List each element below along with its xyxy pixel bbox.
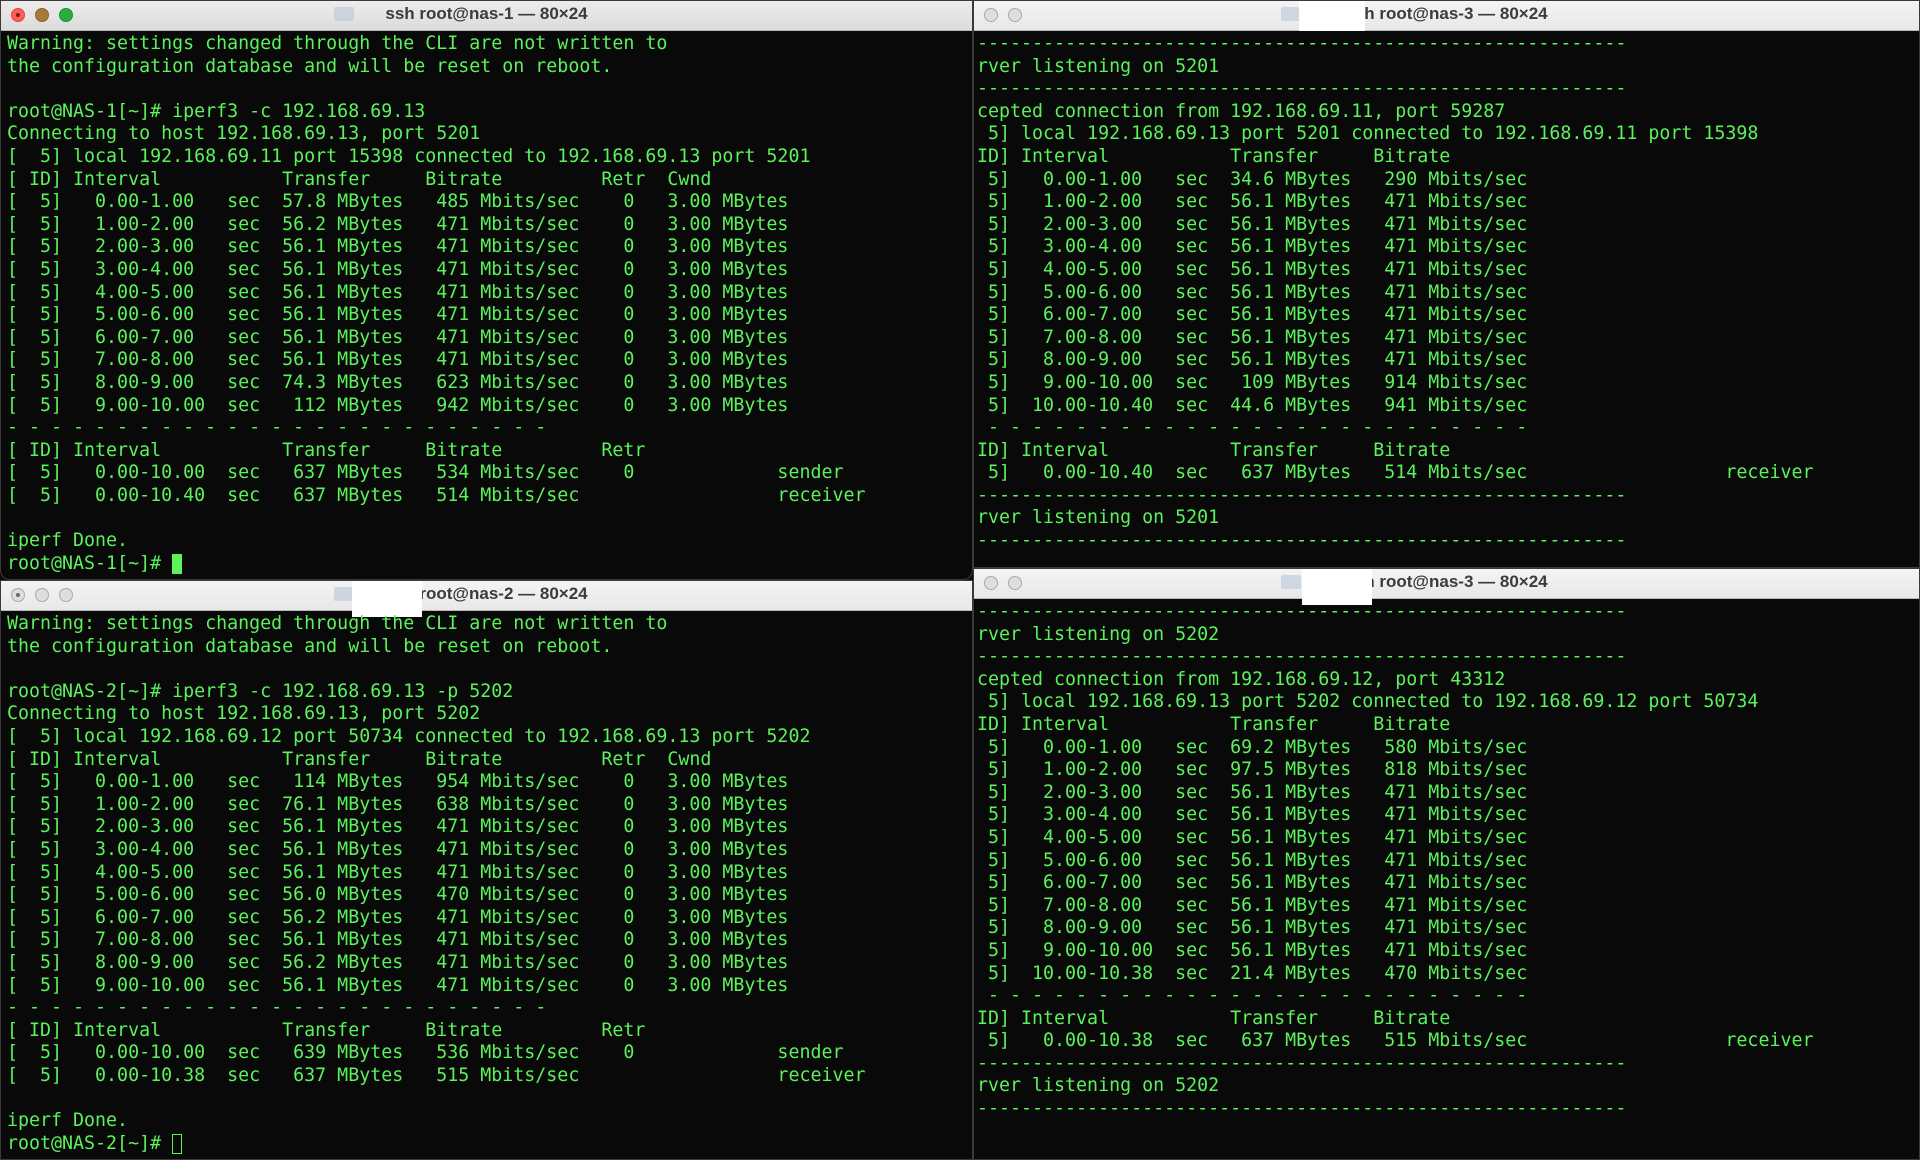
terminal-cursor xyxy=(172,1133,183,1154)
window-titlebar[interactable]: ssh root@nas-3 — 80×24 xyxy=(974,569,1919,605)
terminal-output[interactable]: Warning: settings changed through the CL… xyxy=(1,31,972,579)
terminal-output[interactable]: ----------------------------------------… xyxy=(974,31,1919,567)
terminal-output[interactable]: Warning: settings changed through the CL… xyxy=(1,611,972,1159)
terminal-cursor xyxy=(172,553,183,574)
window-title: ssh root@nas-2 — 80×24 xyxy=(385,584,588,603)
terminal-text: Warning: settings changed through the CL… xyxy=(7,613,866,1154)
terminal-output[interactable]: ----------------------------------------… xyxy=(974,599,1919,1159)
window-titlebar[interactable]: ssh root@nas-3 — 80×24 xyxy=(974,1,1919,31)
terminal-window-nas-1[interactable]: ssh root@nas-1 — 80×24 Warning: settings… xyxy=(0,0,973,580)
redaction xyxy=(354,1,428,31)
window-title: ssh root@nas-1 — 80×24 xyxy=(385,4,588,23)
window-titlebar[interactable]: ssh root@nas-1 — 80×24 xyxy=(1,1,972,31)
terminal-window-nas-3-5202[interactable]: ssh root@nas-3 — 80×24 -----------------… xyxy=(973,568,1920,1160)
window-title: ssh root@nas-3 — 80×24 xyxy=(1345,572,1548,591)
window-titlebar[interactable]: ssh root@nas-2 — 80×24 xyxy=(1,581,972,617)
window-title: ssh root@nas-3 — 80×24 xyxy=(1345,4,1548,23)
terminal-window-nas-2[interactable]: ssh root@nas-2 — 80×24 Warning: settings… xyxy=(0,580,973,1160)
terminal-text: Warning: settings changed through the CL… xyxy=(7,33,866,574)
terminal-window-nas-3-5201[interactable]: ssh root@nas-3 — 80×24 -----------------… xyxy=(973,0,1920,568)
terminal-text: ----------------------------------------… xyxy=(977,601,1814,1120)
redaction xyxy=(1299,1,1365,31)
terminal-text: ----------------------------------------… xyxy=(977,33,1814,552)
